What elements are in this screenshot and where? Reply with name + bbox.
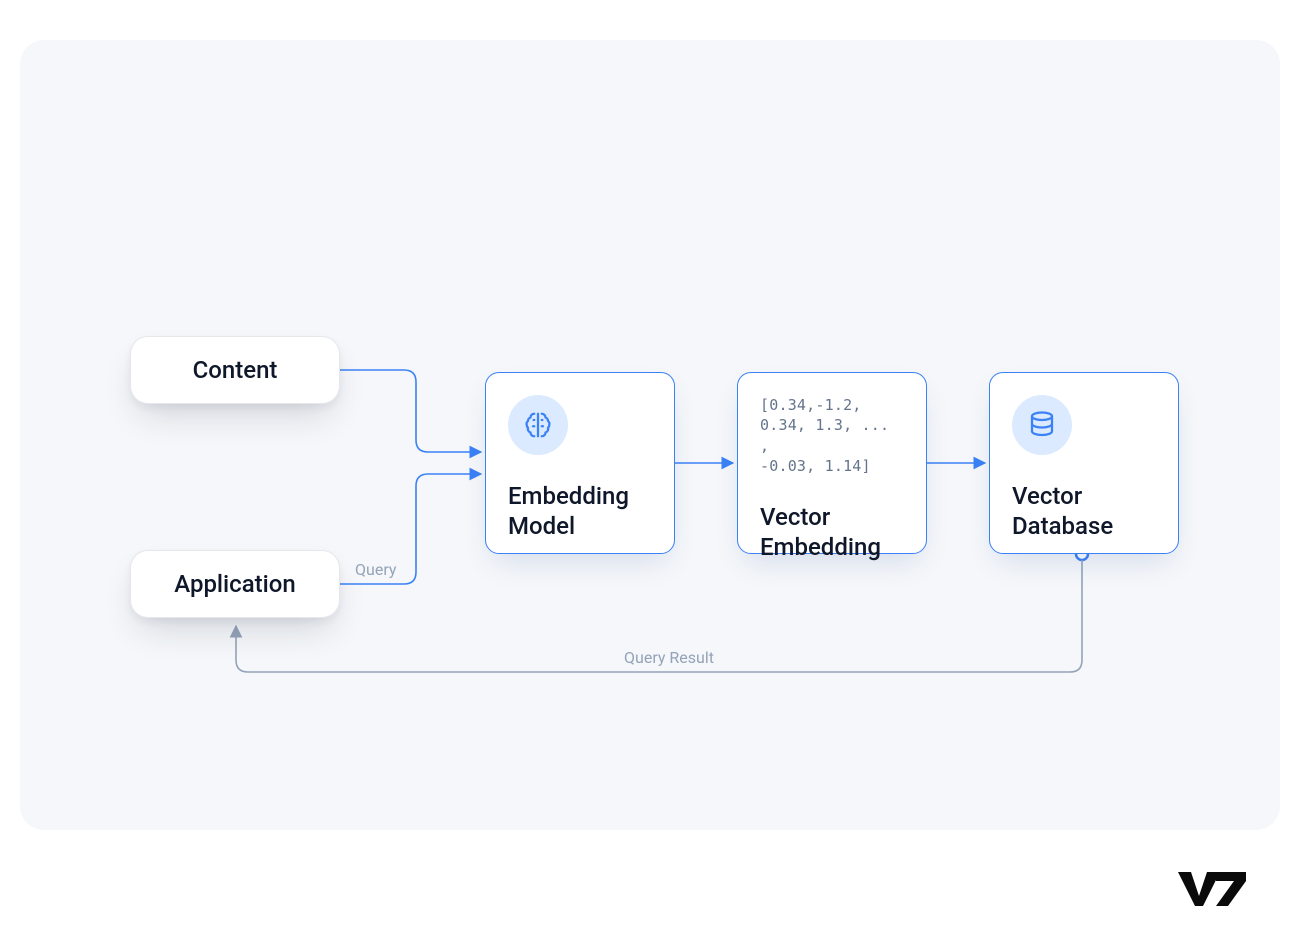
vector-sample-text: [0.34,-1.2, 0.34, 1.3, ... , -0.03, 1.14…	[760, 395, 906, 476]
node-embedding-title-2: Model	[508, 511, 654, 541]
edge-label-result: Query Result	[624, 648, 714, 667]
node-embedding-model: Embedding Model	[485, 372, 675, 554]
node-db-title-1: Vector	[1012, 481, 1158, 511]
edge-label-query: Query	[355, 560, 396, 579]
database-icon	[1012, 395, 1072, 455]
node-application-label: Application	[174, 570, 295, 598]
node-content-label: Content	[193, 356, 278, 384]
brand-logo	[1176, 868, 1248, 912]
node-content: Content	[130, 336, 340, 404]
diagram-canvas: Content Application Embedding Model [0.3…	[20, 40, 1280, 830]
node-vector-database: Vector Database	[989, 372, 1179, 554]
node-vector-embedding: [0.34,-1.2, 0.34, 1.3, ... , -0.03, 1.14…	[737, 372, 927, 554]
node-application: Application	[130, 550, 340, 618]
node-vector-title-2: Embedding	[760, 532, 906, 562]
node-db-title-2: Database	[1012, 511, 1158, 541]
brain-icon	[508, 395, 568, 455]
node-vector-title-1: Vector	[760, 502, 906, 532]
node-embedding-title-1: Embedding	[508, 481, 654, 511]
